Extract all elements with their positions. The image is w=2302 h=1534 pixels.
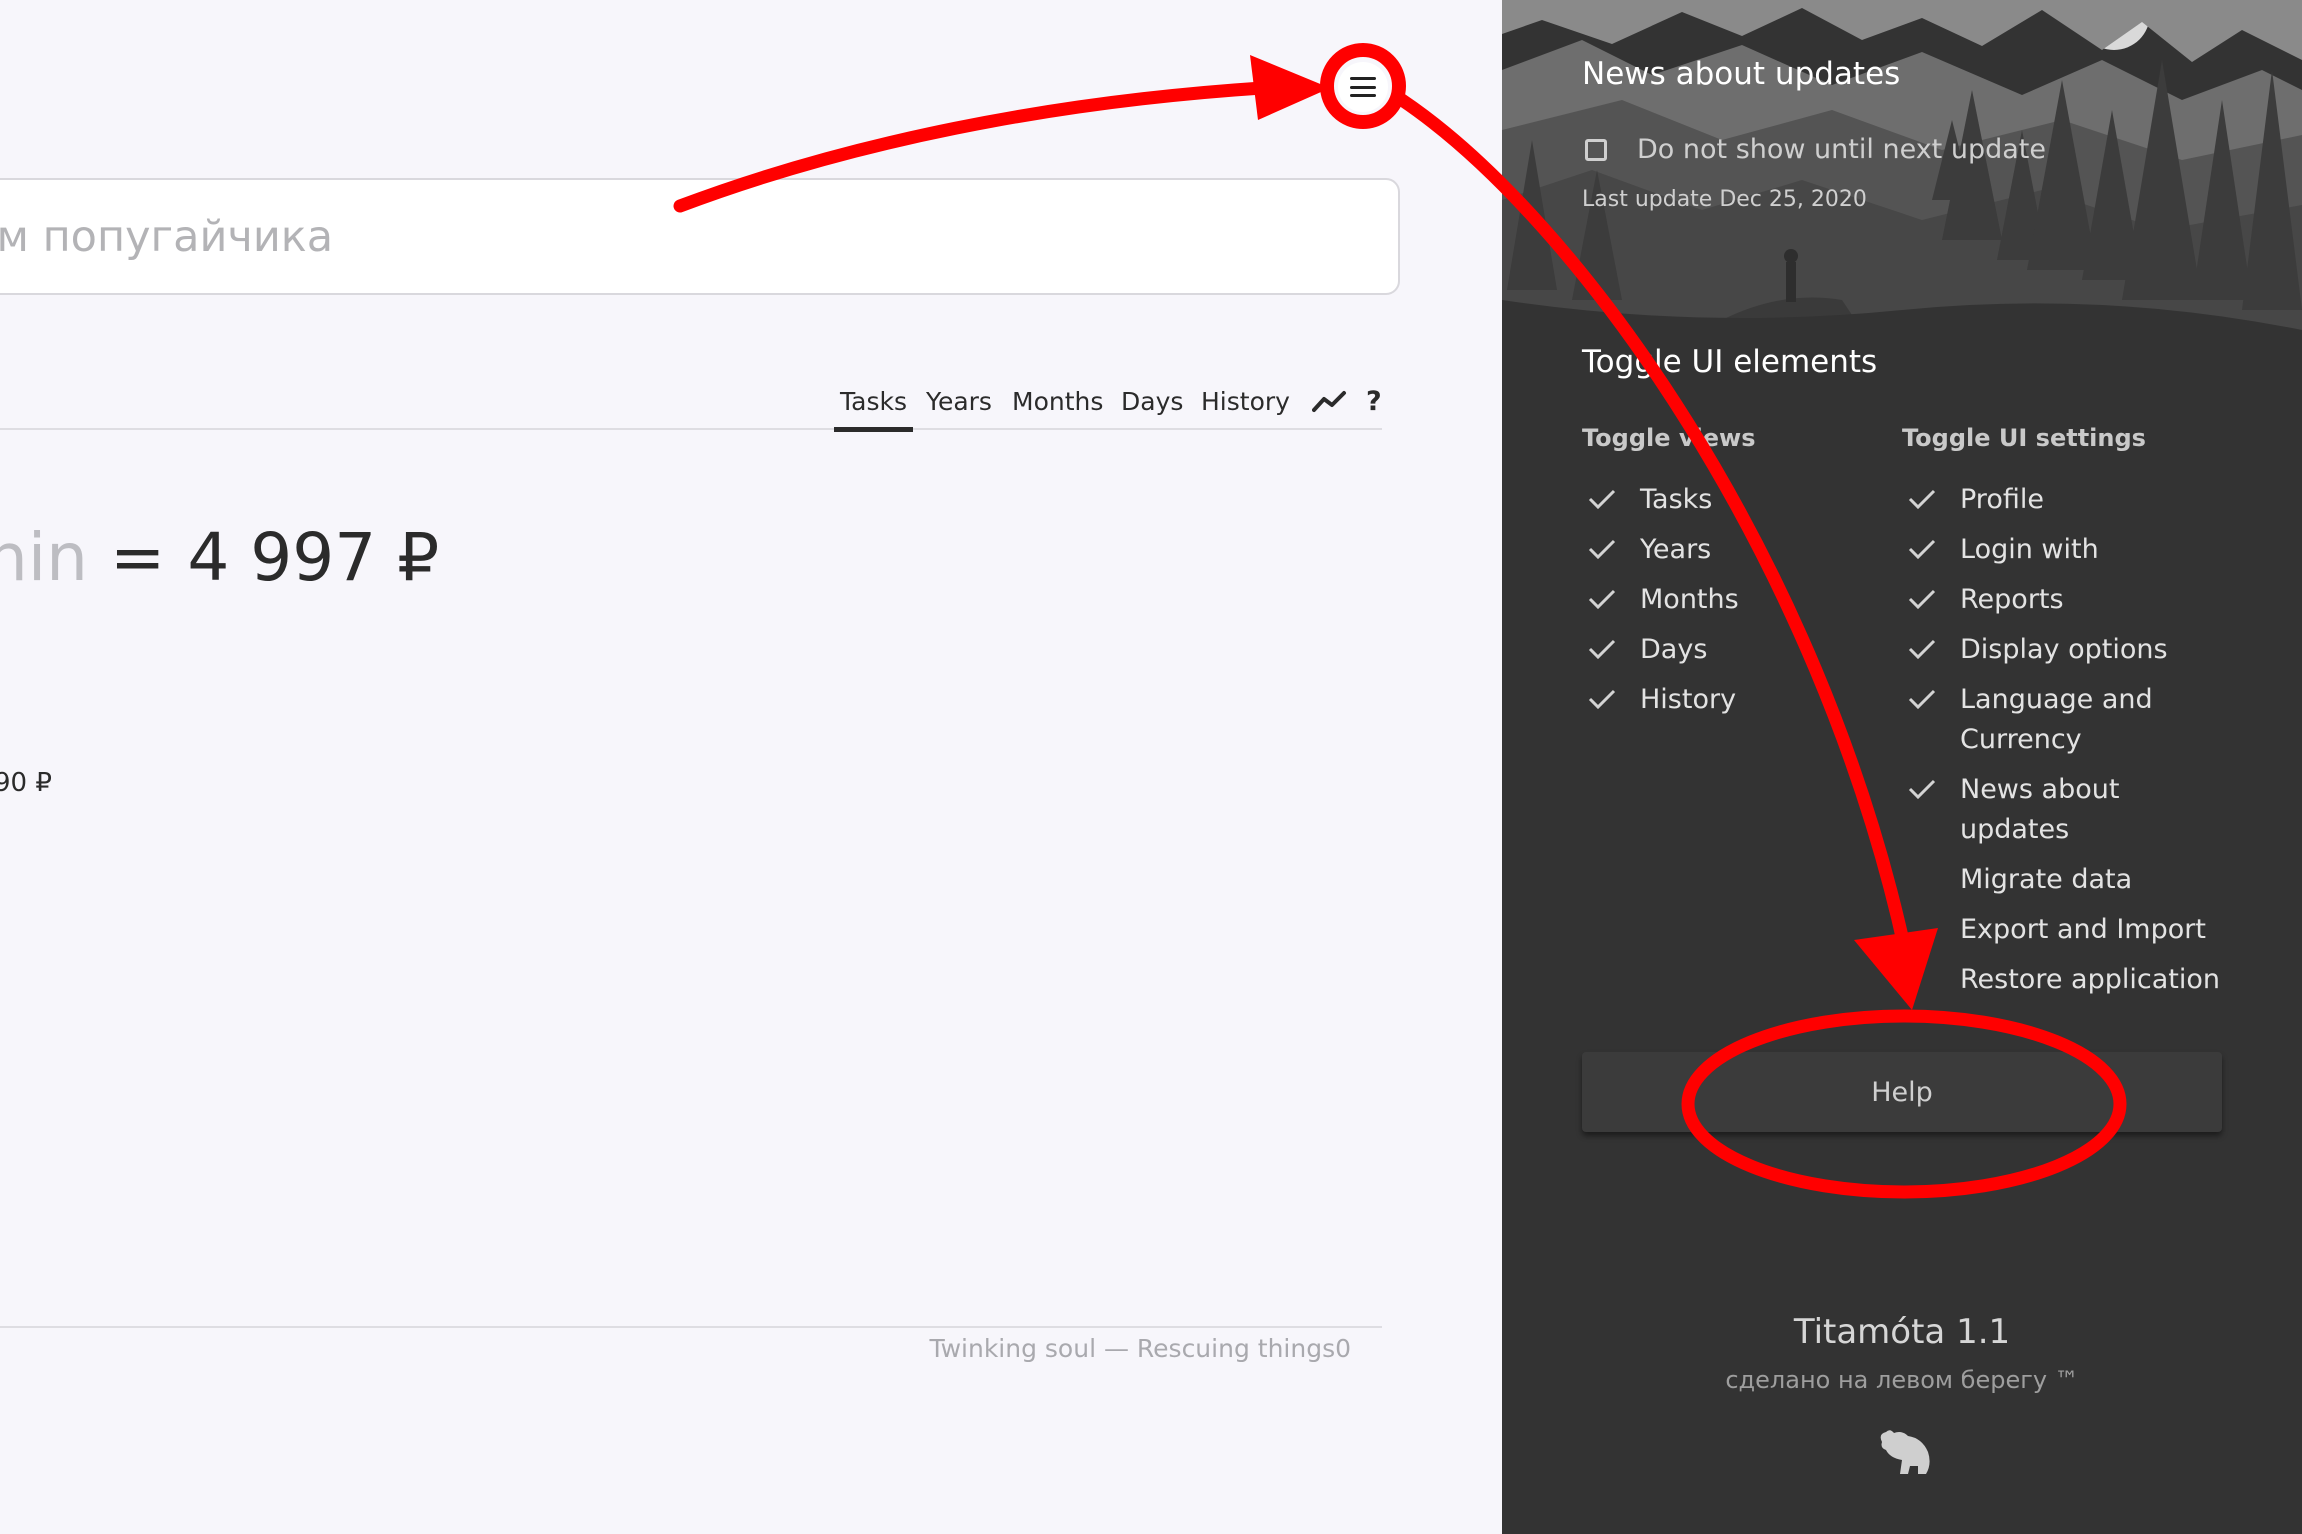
bear-icon <box>1880 1430 1930 1474</box>
equals-sign: = <box>110 519 166 596</box>
toggle-ui-heading: Toggle UI elements <box>1582 344 1878 380</box>
toggle-view-years[interactable]: Years <box>1585 530 1739 570</box>
toggle-view-tasks[interactable]: Tasks <box>1585 480 1739 520</box>
tab-days[interactable]: Days <box>1121 382 1183 428</box>
footer-divider <box>0 1326 1382 1328</box>
help-button[interactable]: Help <box>1582 1052 2222 1132</box>
toggle-view-label: Tasks <box>1640 484 1713 515</box>
checkmark-icon <box>1588 689 1616 710</box>
toggle-setting-label: Display options <box>1960 634 2168 665</box>
toggle-setting-label: Login with <box>1960 534 2099 565</box>
hamburger-menu-button[interactable] <box>1338 62 1388 112</box>
checkmark-icon <box>1908 539 1936 560</box>
result-amount: 4 997 ₽ <box>187 519 440 596</box>
checkmark-icon <box>1588 489 1616 510</box>
toggle-view-label: Years <box>1640 534 1712 565</box>
checkmark-icon <box>1908 589 1936 610</box>
do-not-show-label[interactable]: Do not show until next update <box>1637 134 2046 165</box>
toggle-setting-label: Profile <box>1960 484 2044 515</box>
toggle-setting-restore-application[interactable]: Restore application <box>1905 960 2235 1000</box>
app-version: Titamóta 1.1 <box>1793 1312 2011 1352</box>
secondary-amount: 90 ₽ <box>0 768 52 798</box>
news-checkbox-row[interactable]: Do not show until next update <box>1585 134 2046 165</box>
toggle-setting-label: Restore application <box>1960 964 2220 995</box>
hamburger-icon <box>1350 77 1376 97</box>
toggle-setting-reports[interactable]: Reports <box>1905 580 2235 620</box>
checkmark-icon <box>1588 539 1616 560</box>
toggle-views-title: Toggle views <box>1582 424 1756 452</box>
news-heading: News about updates <box>1582 56 1901 92</box>
toggle-setting-label: Export and Import <box>1960 914 2206 945</box>
toggle-setting-label: Reports <box>1960 584 2064 615</box>
result-unit: hin <box>0 519 88 596</box>
toggle-view-label: History <box>1640 684 1737 715</box>
toggle-setting-display-options[interactable]: Display options <box>1905 630 2235 670</box>
panel-content: News about updates Do not show until nex… <box>1502 0 2302 1534</box>
toggle-settings-title: Toggle UI settings <box>1902 424 2146 452</box>
footer-text: Twinking soul — Rescuing things0 <box>929 1334 1351 1363</box>
toggle-setting-label: Migrate data <box>1960 864 2133 895</box>
toggle-setting-language-and-currency[interactable]: Language and Currency <box>1905 680 2235 760</box>
last-update-text: Last update Dec 25, 2020 <box>1582 187 1867 212</box>
do-not-show-checkbox[interactable] <box>1585 138 1607 161</box>
help-question-icon[interactable]: ? <box>1366 382 1382 422</box>
search-box[interactable] <box>0 178 1400 295</box>
tab-history[interactable]: History <box>1201 382 1290 428</box>
result-line: hin = 4 997 ₽ <box>0 518 439 598</box>
toggle-setting-news-about-updates[interactable]: News about updates <box>1905 770 2235 850</box>
toggle-setting-migrate-data[interactable]: Migrate data <box>1905 860 2235 900</box>
tab-tasks[interactable]: Tasks <box>834 382 913 432</box>
toggle-view-history[interactable]: History <box>1585 680 1739 720</box>
toggle-view-label: Days <box>1640 634 1708 665</box>
toggle-view-months[interactable]: Months <box>1585 580 1739 620</box>
checkmark-icon <box>1908 779 1936 800</box>
side-panel: News about updates Do not show until nex… <box>1502 0 2302 1534</box>
main-area: Tasks Years Months Days History ? hin = 4 … <box>0 0 1502 1534</box>
trend-line-icon[interactable] <box>1312 390 1348 414</box>
toggle-settings-list: Profile Login with Reports Display options L… <box>1905 480 2235 1010</box>
checkmark-icon <box>1588 639 1616 660</box>
toggle-setting-export-and-import[interactable]: Export and Import <box>1905 910 2235 950</box>
checkmark-icon <box>1588 589 1616 610</box>
toggle-setting-label: Language and Currency <box>1960 684 2153 755</box>
toggle-setting-label: News about updates <box>1960 774 2120 845</box>
view-tabs: Tasks Years Months Days History ? <box>0 382 1382 432</box>
checkmark-icon <box>1908 489 1936 510</box>
toggle-setting-login-with[interactable]: Login with <box>1905 530 2235 570</box>
toggle-setting-profile[interactable]: Profile <box>1905 480 2235 520</box>
tab-years[interactable]: Years <box>926 382 992 428</box>
toggle-view-label: Months <box>1640 584 1739 615</box>
checkmark-icon <box>1908 639 1936 660</box>
checkmark-icon <box>1908 689 1936 710</box>
app-credit: сделано на левом берегу ™ <box>1725 1366 2079 1394</box>
toggle-views-list: Tasks Years Months Days History <box>1585 480 1739 730</box>
toggle-view-days[interactable]: Days <box>1585 630 1739 670</box>
search-input[interactable] <box>0 180 1398 293</box>
tab-months[interactable]: Months <box>1012 382 1103 428</box>
